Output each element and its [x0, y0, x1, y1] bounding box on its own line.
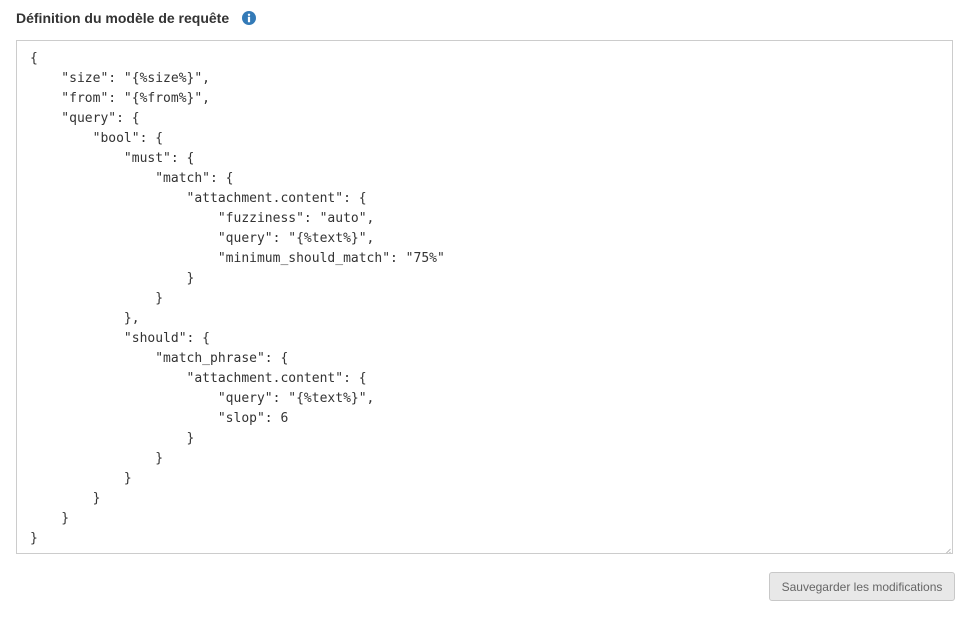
info-circle-icon[interactable]: [242, 11, 257, 25]
section-title: Définition du modèle de requête: [16, 10, 230, 26]
query-template-textarea[interactable]: { "size": "{%size%}", "from": "{%from%}"…: [16, 40, 953, 554]
section-header: Définition du modèle de requête: [16, 8, 257, 28]
query-template-code[interactable]: { "size": "{%size%}", "from": "{%from%}"…: [17, 41, 952, 549]
resize-handle-icon[interactable]: [942, 543, 951, 553]
save-changes-button[interactable]: Sauvegarder les modifications: [769, 572, 955, 601]
